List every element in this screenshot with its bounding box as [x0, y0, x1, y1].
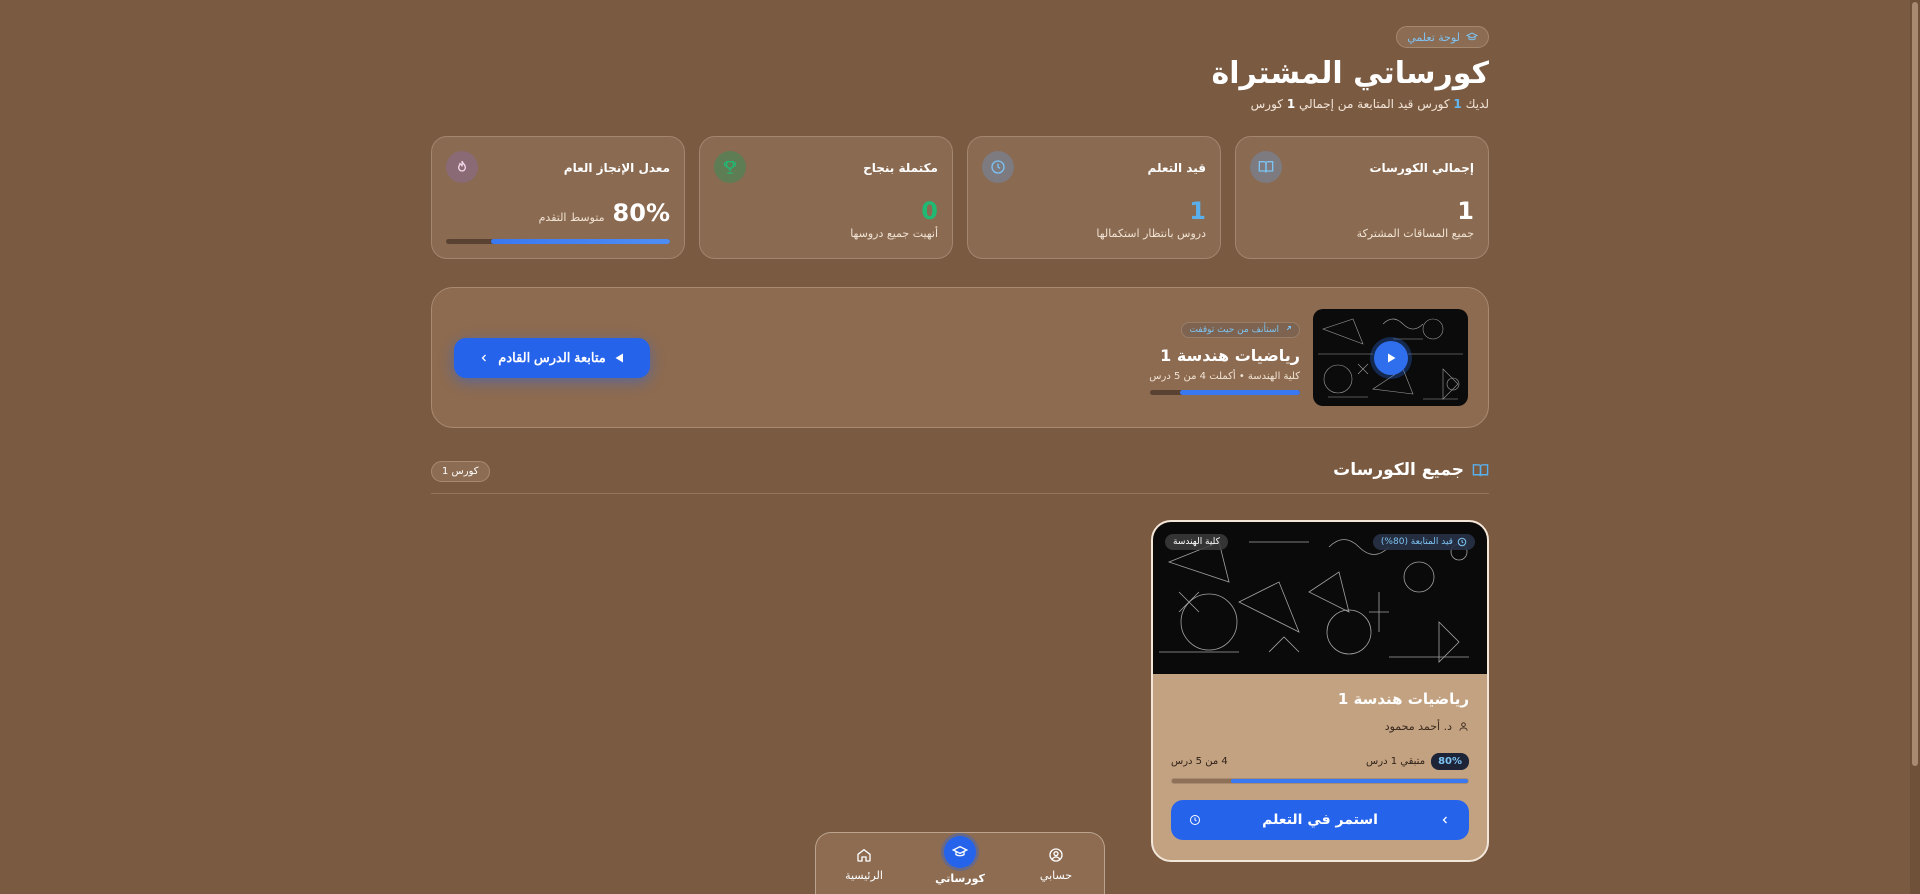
graduation-cap-icon	[952, 845, 968, 857]
clock-icon	[1457, 537, 1467, 547]
trophy-icon	[724, 161, 736, 174]
nav-label: حسابي	[1039, 869, 1073, 882]
course-title[interactable]: رياضيات هندسة 1	[1171, 690, 1469, 708]
stat-label: قيد التعلم	[1147, 161, 1206, 175]
progress-fill	[1180, 390, 1300, 395]
stat-icon-wrap	[1250, 151, 1282, 183]
stat-value: 80%	[612, 199, 670, 227]
page-title: كورساتي المشتراة	[1211, 56, 1490, 91]
stats-row: إجمالي الكورسات 1 جميع المساقات المشتركة…	[431, 136, 1489, 259]
home-icon	[857, 848, 871, 862]
resume-info: استأنف من حيث توقفت رياضيات هندسة 1 كلية…	[1140, 319, 1300, 395]
play-button[interactable]	[1373, 340, 1408, 375]
stat-icon-wrap	[714, 151, 746, 183]
chevron-left-icon	[1442, 816, 1447, 824]
progress-fill	[1231, 779, 1468, 783]
resume-progress-bar	[1150, 390, 1300, 395]
nav-icon-wrap	[944, 836, 976, 868]
stat-card-completed: مكتملة بنجاح 0 أنهيت جميع دروسها	[699, 136, 953, 259]
user-icon	[1459, 722, 1468, 731]
stat-value: 1	[1189, 197, 1206, 225]
breadcrumb[interactable]: لوحة تعلمي	[1396, 26, 1489, 48]
stat-card-total: إجمالي الكورسات 1 جميع المساقات المشتركة	[1235, 136, 1489, 259]
nav-icon-wrap	[856, 845, 872, 865]
chevron-left-icon	[481, 354, 487, 362]
stat-card-rate: معدل الإنجاز العام 80% متوسط التقدم	[431, 136, 685, 259]
course-count-pill: 1 كورس	[431, 461, 490, 482]
continue-learning-label: استمر في التعلم	[1262, 812, 1378, 828]
progress-right: 80% متبقي 1 درس	[1366, 753, 1469, 770]
stat-card-learning: قيد التعلم 1 دروس بانتظار استكمالها	[967, 136, 1221, 259]
subtitle-text: لديك	[1461, 97, 1489, 111]
section-header: جميع الكورسات 1 كورس	[431, 460, 1489, 494]
course-cover[interactable]: قيد المتابعة (80%) كلية الهندسة	[1153, 522, 1487, 674]
breadcrumb-label: لوحة تعلمي	[1407, 30, 1460, 44]
continue-learning-button[interactable]: استمر في التعلم	[1171, 800, 1469, 840]
progress-fill	[490, 239, 670, 244]
play-icon	[1387, 353, 1395, 362]
play-icon	[615, 353, 623, 363]
stat-value: 0	[921, 197, 938, 225]
clock-icon	[1190, 815, 1201, 825]
stat-desc: جميع المساقات المشتركة	[1356, 227, 1474, 240]
stat-desc: دروس بانتظار استكمالها	[1096, 227, 1206, 240]
graduation-cap-icon	[1466, 32, 1478, 41]
page-subtitle: لديك 1 كورس قيد المتابعة من إجمالي 1 كور…	[1212, 97, 1489, 111]
lessons-count: 4 من 5 درس	[1171, 756, 1228, 767]
section-title: جميع الكورسات	[1333, 460, 1489, 480]
nav-label: كورساتي	[935, 872, 985, 885]
resume-badge-label: استأنف من حيث توقفت	[1189, 324, 1279, 335]
bottom-nav: الرئيسية كورساتي حسابي	[815, 832, 1105, 894]
stat-label: إجمالي الكورسات	[1369, 161, 1474, 175]
section-title-label: جميع الكورسات	[1333, 460, 1464, 480]
next-lesson-button[interactable]: متابعة الدرس القادم	[454, 338, 650, 378]
remaining-lessons: متبقي 1 درس	[1366, 756, 1426, 767]
flame-icon	[457, 160, 467, 172]
course-progress-row: 80% متبقي 1 درس 4 من 5 درس	[1171, 753, 1469, 770]
nav-home[interactable]: الرئيسية	[824, 845, 904, 882]
percent-pill: 80%	[1431, 753, 1469, 770]
total-count: 1	[1286, 97, 1296, 111]
book-open-icon	[1258, 161, 1274, 173]
page-header: لوحة تعلمي كورساتي المشتراة لديك 1 كورس …	[1211, 26, 1490, 111]
resume-course-title[interactable]: رياضيات هندسة 1	[1140, 346, 1300, 365]
nav-icon-wrap	[1048, 845, 1064, 865]
course-progress-bar	[1171, 778, 1469, 784]
link-icon	[1286, 326, 1291, 331]
instructor-name: د. أحمد محمود	[1384, 720, 1452, 733]
stat-icon-wrap	[446, 151, 478, 183]
status-badge: قيد المتابعة (80%)	[1372, 534, 1475, 550]
stat-desc: أنهيت جميع دروسها	[850, 227, 938, 240]
stat-value: 1	[1457, 197, 1474, 225]
course-card[interactable]: قيد المتابعة (80%) كلية الهندسة رياضيات …	[1151, 520, 1489, 862]
stat-desc: متوسط التقدم	[538, 211, 605, 224]
scrollbar-thumb[interactable]	[1912, 2, 1918, 766]
rate-row: 80% متوسط التقدم	[446, 199, 670, 227]
status-badge-label: قيد المتابعة (80%)	[1380, 537, 1453, 547]
nav-label: الرئيسية	[845, 869, 883, 882]
stat-label: مكتملة بنجاح	[863, 161, 938, 175]
book-open-icon	[1472, 463, 1489, 476]
subtitle-text: كورس قيد المتابعة من إجمالي	[1295, 97, 1454, 111]
subtitle-text: كورس	[1250, 97, 1287, 111]
user-circle-icon	[1049, 848, 1063, 862]
clock-icon	[991, 160, 1005, 174]
stat-label: معدل الإنجاز العام	[563, 161, 670, 175]
page-scrollbar[interactable]	[1910, 0, 1920, 894]
overall-progress-bar	[446, 239, 670, 244]
course-thumbnail[interactable]	[1313, 309, 1468, 406]
stat-icon-wrap	[982, 151, 1014, 183]
nav-my-courses[interactable]: كورساتي	[920, 836, 1000, 885]
next-lesson-label: متابعة الدرس القادم	[498, 350, 606, 365]
resume-banner: استأنف من حيث توقفت رياضيات هندسة 1 كلية…	[431, 287, 1489, 428]
resume-badge: استأنف من حيث توقفت	[1181, 321, 1300, 338]
active-count: 1	[1453, 97, 1462, 111]
course-card-body: رياضيات هندسة 1 د. أحمد محمود 80% متبقي …	[1153, 674, 1487, 856]
faculty-badge: كلية الهندسة	[1165, 534, 1228, 550]
resume-meta: كلية الهندسة • أكملت 4 من 5 درس	[1149, 371, 1300, 382]
nav-account[interactable]: حسابي	[1016, 845, 1096, 882]
course-instructor: د. أحمد محمود	[1171, 720, 1469, 733]
